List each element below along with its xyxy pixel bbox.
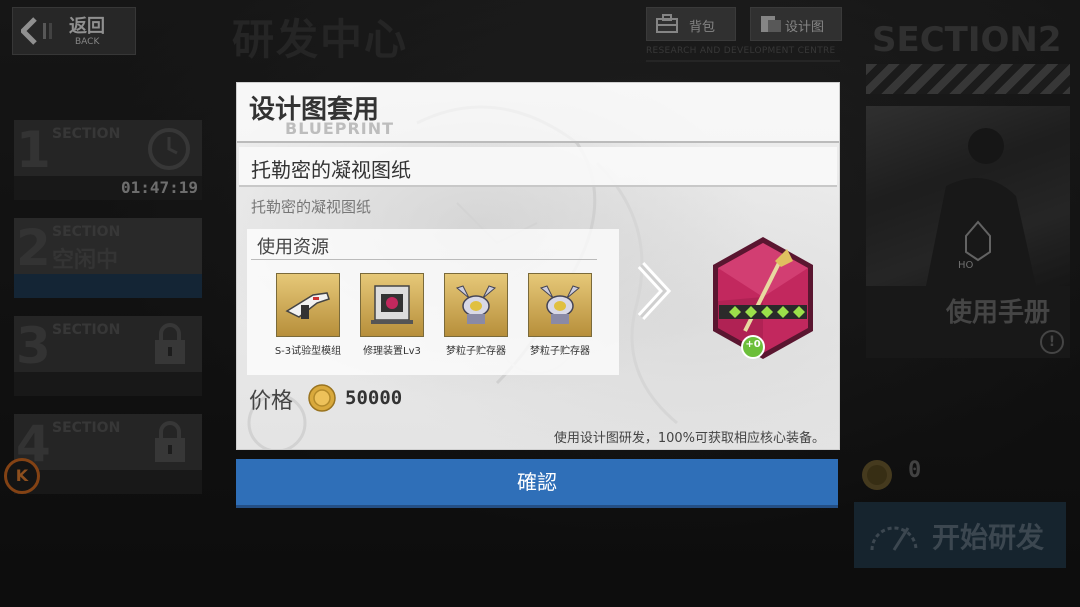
resource-label: 梦粒子贮存器 (446, 346, 506, 357)
blueprint-description: 托勒密的凝视图纸 (251, 198, 372, 216)
particle-storage-icon (528, 273, 592, 337)
blueprint-name-bar: 托勒密的凝视图纸 (239, 147, 837, 187)
resource-item[interactable]: S-3试验型模组 (267, 273, 349, 357)
resources-title: 使用资源 (257, 237, 329, 258)
chevron-right-icon (637, 261, 672, 321)
resource-label: S-3试验型模组 (274, 346, 342, 357)
resource-item[interactable]: 修理装置Lv3 (351, 273, 433, 357)
repair-device-icon (360, 273, 424, 337)
resource-item[interactable]: 梦粒子贮存器 (519, 273, 601, 357)
dialog-header: 设计图套用 BLUEPRINT (237, 83, 839, 143)
staff-weapon-icon (713, 237, 813, 359)
resource-item[interactable]: 梦粒子贮存器 (435, 273, 517, 357)
resource-label: 修理装置Lv3 (363, 346, 421, 357)
blueprint-dialog: 设计图套用 BLUEPRINT 托勒密的凝视图纸 托勒密的凝视图纸 使用资源 S… (236, 82, 840, 450)
confirm-button[interactable]: 確認 (236, 459, 838, 508)
dialog-subtitle: BLUEPRINT (285, 119, 395, 138)
equipment-level-badge: +0 (745, 339, 761, 350)
price-label: 价格 (249, 389, 294, 414)
resource-label: 梦粒子贮存器 (530, 346, 590, 357)
dialog-note: 使用设计图研发，100%可获取相应核心装备。 (553, 431, 825, 446)
rifle-module-icon (276, 273, 340, 337)
divider (251, 259, 597, 260)
price-value: 50000 (345, 387, 403, 409)
coin-icon (308, 384, 336, 412)
resources-panel: 使用资源 S-3试验型模组 修理装置Lv3 梦粒子贮存器 梦粒子贮存器 (247, 229, 619, 375)
blueprint-name: 托勒密的凝视图纸 (251, 158, 411, 182)
particle-storage-icon (444, 273, 508, 337)
result-equipment[interactable]: +0 (695, 231, 831, 369)
